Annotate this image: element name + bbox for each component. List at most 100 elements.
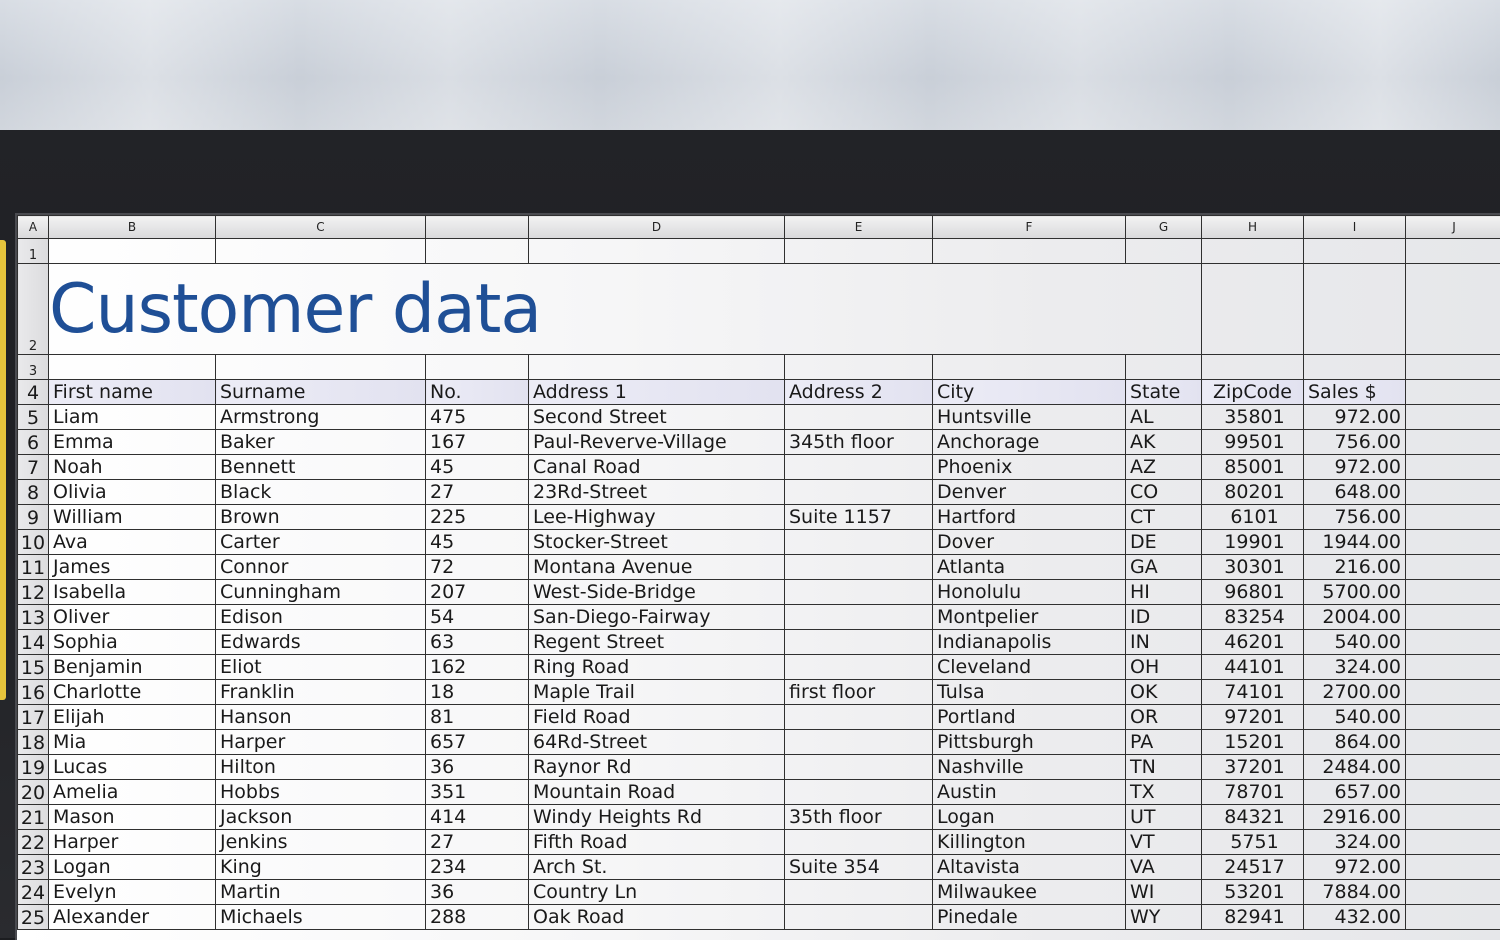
cell[interactable] <box>1406 380 1500 405</box>
cell[interactable] <box>1406 405 1500 430</box>
cell-first-name[interactable]: Ava <box>49 530 216 555</box>
cell-sales[interactable]: 972.00 <box>1304 405 1406 430</box>
cell-first-name[interactable]: Olivia <box>49 480 216 505</box>
cell-zipcode[interactable]: 97201 <box>1202 705 1304 730</box>
cell-surname[interactable]: Edison <box>216 605 426 630</box>
cell-address2[interactable] <box>785 555 933 580</box>
header-zipcode[interactable]: ZipCode <box>1202 380 1304 405</box>
cell-surname[interactable]: King <box>216 855 426 880</box>
cell-city[interactable]: Tulsa <box>933 680 1126 705</box>
cell-zipcode[interactable]: 96801 <box>1202 580 1304 605</box>
cell-city[interactable]: Austin <box>933 780 1126 805</box>
cell[interactable] <box>49 239 216 264</box>
row-header[interactable]: 7 <box>18 455 49 480</box>
cell[interactable] <box>1406 355 1500 380</box>
column-header-d[interactable]: D <box>529 216 785 239</box>
cell-surname[interactable]: Baker <box>216 430 426 455</box>
cell-address2[interactable] <box>785 530 933 555</box>
cell-state[interactable]: AZ <box>1126 455 1202 480</box>
cell[interactable] <box>1406 505 1500 530</box>
cell-address2[interactable] <box>785 580 933 605</box>
cell-first-name[interactable]: Oliver <box>49 605 216 630</box>
cell[interactable] <box>1406 905 1500 930</box>
cell[interactable] <box>1406 264 1500 355</box>
cell-address2[interactable] <box>785 830 933 855</box>
cell-number[interactable]: 36 <box>426 755 529 780</box>
cell-zipcode[interactable]: 74101 <box>1202 680 1304 705</box>
cell[interactable] <box>1406 455 1500 480</box>
cell-state[interactable]: OH <box>1126 655 1202 680</box>
cell-surname[interactable]: Martin <box>216 880 426 905</box>
cell-number[interactable]: 45 <box>426 530 529 555</box>
cell[interactable] <box>1406 705 1500 730</box>
cell-number[interactable]: 36 <box>426 880 529 905</box>
cell-city[interactable]: Pittsburgh <box>933 730 1126 755</box>
header-city[interactable]: City <box>933 380 1126 405</box>
cell-number[interactable]: 351 <box>426 780 529 805</box>
cell[interactable] <box>529 355 785 380</box>
cell-surname[interactable]: Brown <box>216 505 426 530</box>
cell-first-name[interactable]: Noah <box>49 455 216 480</box>
cell-first-name[interactable]: Alexander <box>49 905 216 930</box>
cell-zipcode[interactable]: 46201 <box>1202 630 1304 655</box>
cell[interactable] <box>1406 605 1500 630</box>
cell-address1[interactable]: Oak Road <box>529 905 785 930</box>
cell-address1[interactable]: Arch St. <box>529 855 785 880</box>
cell-number[interactable]: 162 <box>426 655 529 680</box>
cell-address2[interactable]: Suite 354 <box>785 855 933 880</box>
cell-state[interactable]: GA <box>1126 555 1202 580</box>
cell-first-name[interactable]: Mason <box>49 805 216 830</box>
cell-zipcode[interactable]: 24517 <box>1202 855 1304 880</box>
cell-sales[interactable]: 7884.00 <box>1304 880 1406 905</box>
cell-city[interactable]: Altavista <box>933 855 1126 880</box>
column-header-i[interactable]: I <box>1304 216 1406 239</box>
cell-surname[interactable]: Connor <box>216 555 426 580</box>
cell-city[interactable]: Anchorage <box>933 430 1126 455</box>
cell-state[interactable]: AL <box>1126 405 1202 430</box>
cell-number[interactable]: 45 <box>426 455 529 480</box>
cell[interactable] <box>1406 480 1500 505</box>
cell-sales[interactable]: 657.00 <box>1304 780 1406 805</box>
cell-address2[interactable] <box>785 905 933 930</box>
cell-number[interactable]: 475 <box>426 405 529 430</box>
cell-sales[interactable]: 2916.00 <box>1304 805 1406 830</box>
cell-number[interactable]: 234 <box>426 855 529 880</box>
cell-state[interactable]: CO <box>1126 480 1202 505</box>
cell-number[interactable]: 225 <box>426 505 529 530</box>
cell[interactable] <box>1406 680 1500 705</box>
cell-state[interactable]: TX <box>1126 780 1202 805</box>
cell-zipcode[interactable]: 37201 <box>1202 755 1304 780</box>
cell[interactable] <box>426 239 529 264</box>
cell-surname[interactable]: Jackson <box>216 805 426 830</box>
header-sales[interactable]: Sales $ <box>1304 380 1406 405</box>
cell-surname[interactable]: Bennett <box>216 455 426 480</box>
cell-first-name[interactable]: William <box>49 505 216 530</box>
cell-city[interactable]: Phoenix <box>933 455 1126 480</box>
cell-city[interactable]: Indianapolis <box>933 630 1126 655</box>
cell-zipcode[interactable]: 82941 <box>1202 905 1304 930</box>
cell[interactable] <box>1406 655 1500 680</box>
cell-state[interactable]: IN <box>1126 630 1202 655</box>
cell-state[interactable]: VA <box>1126 855 1202 880</box>
header-surname[interactable]: Surname <box>216 380 426 405</box>
row-header[interactable]: 14 <box>18 630 49 655</box>
cell[interactable] <box>933 355 1126 380</box>
cell-address1[interactable]: Regent Street <box>529 630 785 655</box>
cell[interactable] <box>785 239 933 264</box>
cell-address1[interactable]: Second Street <box>529 405 785 430</box>
cell-number[interactable]: 414 <box>426 805 529 830</box>
cell-zipcode[interactable]: 84321 <box>1202 805 1304 830</box>
cell-state[interactable]: TN <box>1126 755 1202 780</box>
column-header-f[interactable]: F <box>933 216 1126 239</box>
cell-address1[interactable]: West-Side-Bridge <box>529 580 785 605</box>
cell-state[interactable]: DE <box>1126 530 1202 555</box>
column-header-unlabeled[interactable] <box>426 216 529 239</box>
header-address2[interactable]: Address 2 <box>785 380 933 405</box>
cell-zipcode[interactable]: 35801 <box>1202 405 1304 430</box>
cell-city[interactable]: Honolulu <box>933 580 1126 605</box>
row-header[interactable]: 6 <box>18 430 49 455</box>
cell[interactable] <box>1406 880 1500 905</box>
cell-address2[interactable] <box>785 780 933 805</box>
cell-city[interactable]: Montpelier <box>933 605 1126 630</box>
cell-city[interactable]: Huntsville <box>933 405 1126 430</box>
